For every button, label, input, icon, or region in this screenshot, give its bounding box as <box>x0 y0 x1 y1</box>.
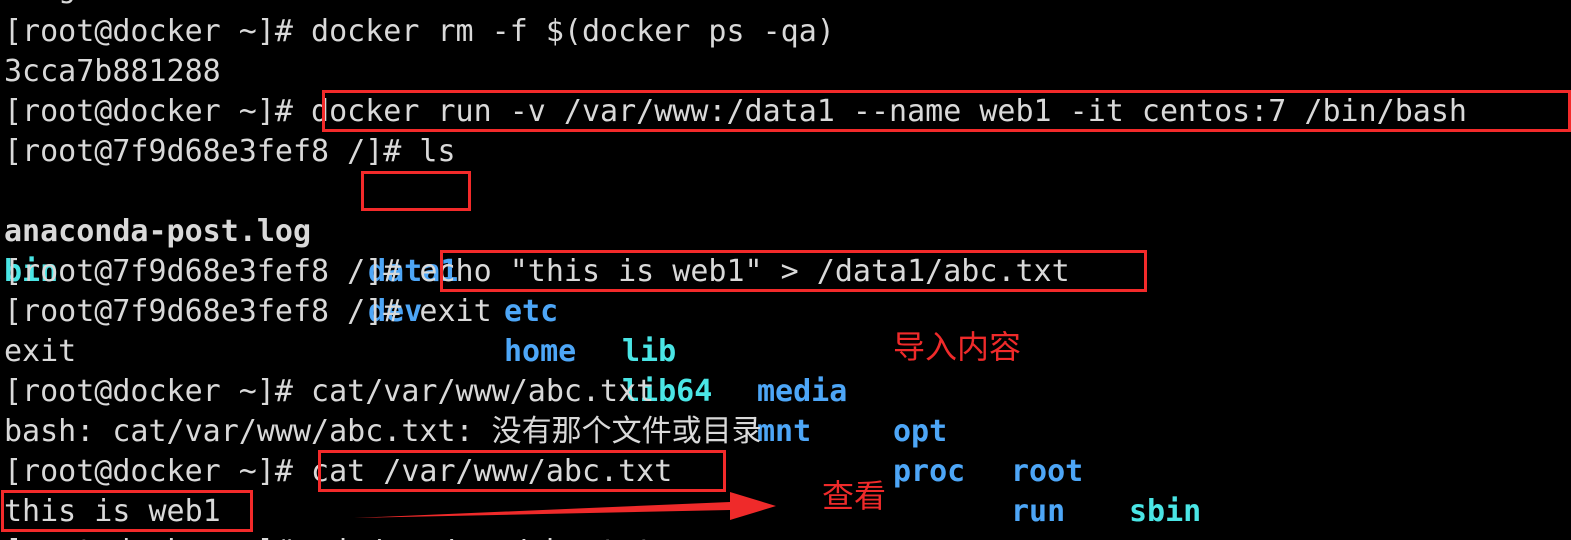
terminal-line-cat-bad: [root@docker ~]# cat/var/www/abc.txt <box>4 374 655 409</box>
ls-entry-root: root <box>1011 454 1084 489</box>
ls-entry-run: run <box>1011 494 1066 529</box>
annotation-import-content: 导入内容 <box>893 328 1022 366</box>
terminal-line-docker-run: [root@docker ~]# docker run -v /var/www:… <box>4 92 1467 132</box>
ls-entry-srv: srv <box>1129 532 1183 540</box>
shell-prompt-container-echo: [root@7f9d68e3fef8 /]# <box>4 254 420 289</box>
shell-prompt-docker: [root@docker ~]# <box>4 94 312 129</box>
terminal-line-exit-output: exit <box>4 334 77 369</box>
terminal-line-docker-rm: [root@docker ~]# docker rm -f $(docker p… <box>4 14 835 49</box>
ls-entry-proc: proc <box>893 454 966 489</box>
terminal-line-cat-good: [root@docker ~]# cat /var/www/abc.txt <box>4 452 672 492</box>
terminal-line-bash-error: bash: cat/var/www/abc.txt: 没有那个文件或目录 <box>4 414 762 449</box>
ls-entry-home: home <box>504 334 577 369</box>
terminal-window[interactable]: h2ng [root@docker ~]# docker rm -f $(doc… <box>0 0 1571 540</box>
terminal-line-cat-output: this is web1 <box>4 494 221 529</box>
ls-entry-sbin: sbin <box>1129 494 1202 529</box>
ls-entry-etc: etc <box>504 294 559 329</box>
terminal-line-clipped-bottom: [root@docker ~]# cd /var/www/abc.txt <box>4 532 654 540</box>
cat-command: cat /var/www/abc.txt <box>311 454 673 489</box>
annotation-view: 查看 <box>822 477 887 515</box>
highlight-box-data1 <box>361 171 471 211</box>
ls-output-row-1: anaconda-post.log data1 etc lib media op… <box>4 172 1301 540</box>
docker-run-command: docker run -v /var/www:/data1 --name web… <box>311 94 1467 129</box>
terminal-line-container-id: 3cca7b881288 <box>4 54 221 89</box>
ls-entry-mnt: mnt <box>757 414 812 449</box>
terminal-line-clipped-top: h2ng <box>4 0 76 8</box>
ls-entry-media: media <box>757 374 848 409</box>
terminal-line-exit-prompt: [root@7f9d68e3fef8 /]# exit <box>4 294 492 329</box>
ls-entry-opt: opt <box>893 414 948 449</box>
annotation-arrow-right <box>352 488 792 528</box>
terminal-line-echo: [root@7f9d68e3fef8 /]# echo "this is web… <box>4 252 1070 292</box>
terminal-line-ls-prompt: [root@7f9d68e3fef8 /]# ls <box>4 134 456 169</box>
ls-output-row-2: bin dev home lib64 mnt proc run srv tmp … <box>4 212 1183 540</box>
ls-entry-lib: lib <box>622 334 677 369</box>
ls-entry-sys: sys <box>1247 532 1301 540</box>
echo-command: echo "this is web1" > /data1/abc.txt <box>419 254 1070 289</box>
shell-prompt-docker-cat: [root@docker ~]# <box>4 454 312 489</box>
arrow-right-icon <box>354 492 776 520</box>
